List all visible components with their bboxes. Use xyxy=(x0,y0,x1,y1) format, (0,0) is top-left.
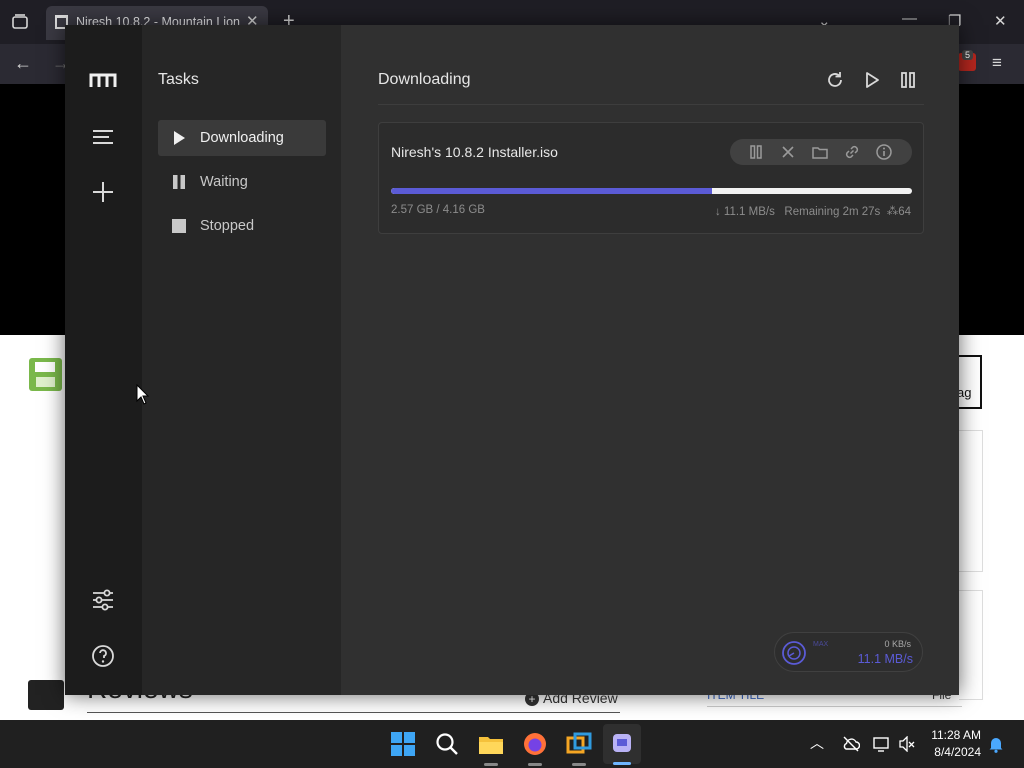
stop-icon xyxy=(172,219,186,233)
subnav-title: Tasks xyxy=(158,71,199,88)
task-progress-fill xyxy=(391,188,713,194)
subnav-item-label: Waiting xyxy=(200,174,248,190)
tag-button-label: ag xyxy=(957,385,972,400)
pause-all-icon[interactable] xyxy=(898,70,918,90)
task-stats: ↓ 11.1 MB/s Remaining 2m 27s ⁂64 xyxy=(715,204,911,218)
subnav-item-downloading[interactable]: Downloading xyxy=(158,120,326,156)
clock-date[interactable]: 8/4/2024 xyxy=(929,745,981,759)
browser-menu-icon[interactable]: ≡ xyxy=(992,53,1002,73)
task-folder-icon[interactable] xyxy=(810,142,830,162)
subnav-item-stopped[interactable]: Stopped xyxy=(158,208,326,244)
back-icon[interactable]: ← xyxy=(14,53,32,74)
task-remaining: Remaining 2m 27s xyxy=(784,206,881,218)
task-link-icon[interactable] xyxy=(842,142,862,162)
pause-icon xyxy=(173,175,185,189)
task-info-icon[interactable] xyxy=(874,142,894,162)
task-item[interactable]: Niresh's 10.8.2 Installer.iso 2.57 GB / … xyxy=(378,122,924,234)
menu-icon[interactable] xyxy=(89,123,117,151)
side-panel-2 xyxy=(959,590,983,700)
motrix-logo[interactable] xyxy=(89,67,117,95)
firefox-icon[interactable] xyxy=(520,729,550,759)
notification-bell-icon[interactable] xyxy=(988,735,1004,753)
firefox-running-indicator xyxy=(528,763,542,766)
header-divider xyxy=(378,104,924,105)
task-actions xyxy=(730,139,912,165)
subnav-item-label: Downloading xyxy=(200,130,284,146)
volume-muted-icon[interactable] xyxy=(898,736,916,752)
mouse-cursor-icon xyxy=(136,384,150,405)
chat-bubble-icon[interactable] xyxy=(28,680,64,710)
task-progress-bar xyxy=(391,188,912,194)
download-speed: 11.1 MB/s xyxy=(857,652,913,666)
start-icon[interactable] xyxy=(388,729,418,759)
rdp-running-indicator xyxy=(572,763,586,766)
resume-all-icon[interactable] xyxy=(862,70,882,90)
explorer-running-indicator xyxy=(484,763,498,766)
motrix-active-indicator xyxy=(613,762,631,765)
tray-overflow-chevron-icon[interactable]: ︿ xyxy=(810,733,824,753)
page-title: Downloading xyxy=(378,71,471,88)
preferences-icon[interactable] xyxy=(89,586,117,614)
motrix-taskbar-button[interactable] xyxy=(603,724,641,765)
task-connections: 64 xyxy=(898,206,911,218)
help-icon[interactable] xyxy=(89,642,117,670)
refresh-icon[interactable] xyxy=(825,70,845,90)
extension-badge: 5 xyxy=(962,50,974,60)
tab-overview-icon[interactable] xyxy=(11,13,29,31)
speedometer-gauge-icon xyxy=(782,641,806,665)
task-delete-icon[interactable] xyxy=(778,142,798,162)
motrix-app-icon xyxy=(613,734,631,752)
task-pause-icon[interactable] xyxy=(746,142,766,162)
browser-close-icon[interactable]: ✕ xyxy=(994,12,1007,30)
file-explorer-icon[interactable] xyxy=(476,729,506,759)
search-icon[interactable] xyxy=(432,729,462,759)
speedometer[interactable]: MAX 0 KB/s 11.1 MB/s xyxy=(774,632,923,672)
task-subnav: Tasks Downloading Waiting Stopped xyxy=(142,25,341,695)
reviews-divider xyxy=(87,712,620,713)
subnav-item-label: Stopped xyxy=(200,218,255,234)
app-rail xyxy=(65,25,142,695)
file-divider xyxy=(707,706,962,707)
upload-speed: 0 KB/s xyxy=(884,639,911,649)
floppy-save-icon xyxy=(29,358,62,391)
tag-button[interactable]: ag xyxy=(955,355,982,409)
network-icon[interactable] xyxy=(873,736,891,752)
side-panel xyxy=(959,430,983,572)
windows-taskbar: ︿ 11:28 AM 8/4/2024 xyxy=(0,720,1024,768)
connections-icon: ⁂ xyxy=(886,206,899,218)
task-name: Niresh's 10.8.2 Installer.iso xyxy=(391,144,558,160)
task-speed: ↓ 11.1 MB/s xyxy=(714,206,775,218)
remote-desktop-icon[interactable] xyxy=(564,729,594,759)
task-main-panel: Downloading Niresh's 10.8.2 Installer.is… xyxy=(341,25,959,695)
task-size: 2.57 GB / 4.16 GB xyxy=(391,204,485,216)
add-task-icon[interactable] xyxy=(89,178,117,206)
clock-time[interactable]: 11:28 AM xyxy=(929,728,981,742)
speed-limit-label: MAX xyxy=(813,641,829,648)
motrix-window: — ▢ ✕ Tasks xyxy=(65,25,959,695)
subnav-item-waiting[interactable]: Waiting xyxy=(158,164,326,200)
play-icon xyxy=(174,131,185,145)
cloud-offline-icon[interactable] xyxy=(842,736,860,752)
